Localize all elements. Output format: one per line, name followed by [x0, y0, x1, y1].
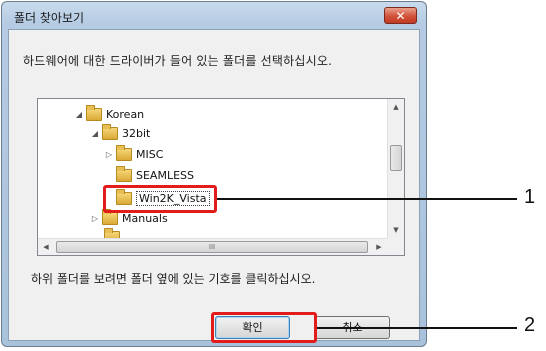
vertical-scroll-thumb[interactable] — [390, 145, 402, 171]
scroll-right-icon[interactable]: ▶ — [371, 239, 387, 255]
highlight-ok-button — [211, 312, 317, 343]
callout-number-1: 1 — [524, 186, 536, 208]
dialog-title: 폴더 찾아보기 — [14, 11, 85, 25]
tree-node-label: SEAMLESS — [136, 168, 194, 182]
folder-icon — [104, 227, 120, 238]
instruction-text: 하드웨어에 대한 드라이버가 들어 있는 폴더를 선택하십시오. — [23, 54, 333, 68]
scroll-down-icon[interactable]: ▼ — [388, 222, 404, 238]
title-bar: 폴더 찾아보기 ✕ — [2, 2, 426, 30]
tree-node-label: Korean — [106, 107, 145, 121]
tree-node-label: MISC — [136, 147, 164, 161]
scroll-corner — [387, 238, 404, 255]
expander-icon[interactable]: ▷ — [90, 214, 100, 223]
folder-icon — [102, 208, 118, 225]
callout-number-2: 2 — [524, 314, 536, 336]
horizontal-scrollbar[interactable]: ◀ III ▶ — [38, 238, 387, 255]
folder-icon — [116, 165, 132, 182]
tree-node-label: 32bit — [122, 126, 151, 140]
callout-line-2 — [317, 327, 517, 329]
callout-line-1 — [217, 198, 517, 200]
tree-node-korean[interactable]: ◢ Korean — [74, 104, 144, 124]
tree-viewport: ◢ Korean ◢ 32bit ▷ MISC SEAMLESS Win2K_V… — [38, 99, 387, 238]
expander-icon[interactable]: ◢ — [90, 129, 100, 138]
tree-node-32bit[interactable]: ◢ 32bit — [90, 123, 150, 143]
browse-folder-dialog: 폴더 찾아보기 ✕ 하드웨어에 대한 드라이버가 들어 있는 폴더를 선택하십시… — [1, 1, 427, 347]
expander-icon[interactable]: ◢ — [74, 110, 84, 119]
expander-icon[interactable]: ▷ — [104, 150, 114, 159]
folder-icon — [102, 123, 118, 140]
tree-node-misc[interactable]: ▷ MISC — [104, 144, 163, 164]
vertical-scrollbar[interactable]: ▲ ▼ — [387, 99, 404, 238]
folder-tree[interactable]: ◢ Korean ◢ 32bit ▷ MISC SEAMLESS Win2K_V… — [37, 98, 405, 256]
scroll-up-icon[interactable]: ▲ — [388, 99, 404, 115]
close-button[interactable]: ✕ — [384, 7, 417, 24]
folder-icon — [86, 104, 102, 121]
tree-node-seamless[interactable]: SEAMLESS — [104, 165, 194, 185]
horizontal-scroll-thumb[interactable]: III — [56, 241, 368, 253]
highlight-win2k-vista — [103, 185, 217, 213]
hint-text: 하위 폴더를 보려면 폴더 옆에 있는 기호를 클릭하십시오. — [31, 272, 316, 286]
tree-node-partial — [104, 227, 124, 238]
folder-icon — [116, 144, 132, 161]
tree-node-label: Manuals — [122, 211, 168, 225]
scroll-left-icon[interactable]: ◀ — [38, 239, 54, 255]
